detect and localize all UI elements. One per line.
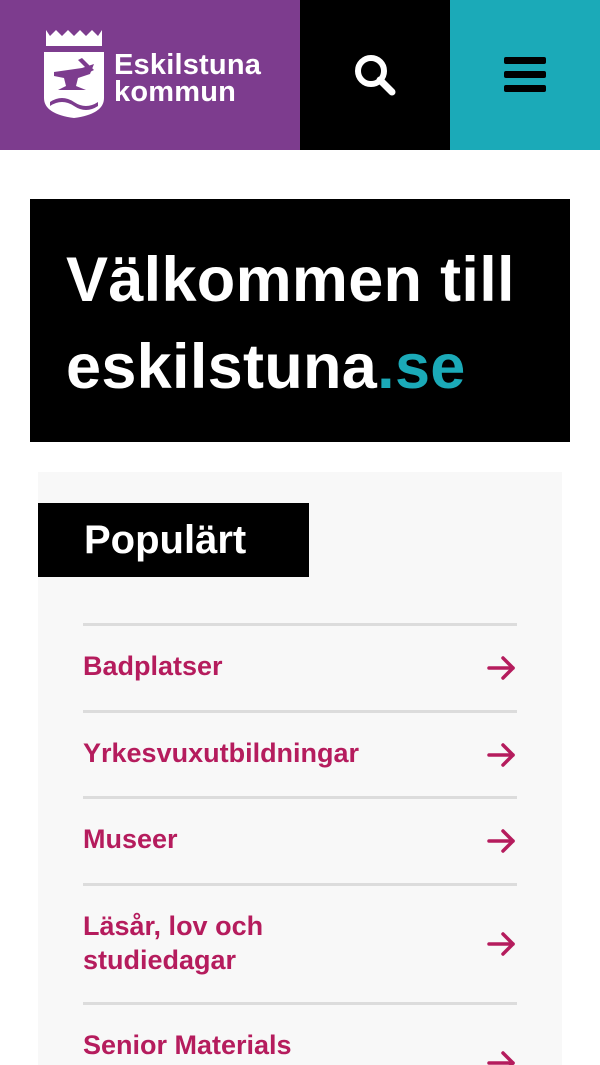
arrow-right-icon [487, 656, 515, 680]
logo-wordmark: Eskilstuna kommun [114, 49, 262, 108]
popular-link-label: Museer [83, 824, 178, 854]
popular-heading: Populärt [38, 503, 309, 577]
welcome-banner: Välkommen till eskilstuna.se [30, 199, 570, 442]
popular-section: Populärt Badplatser Yrkesvuxutbildningar… [38, 472, 562, 1065]
hero-title-accent: .se [377, 332, 466, 402]
search-button[interactable] [300, 0, 450, 150]
popular-link-museer[interactable]: Museer [83, 796, 517, 883]
arrow-right-icon [487, 829, 515, 853]
coat-of-arms-icon [44, 30, 104, 118]
popular-link-label: Senior Materials [83, 1030, 292, 1060]
hamburger-menu-icon [504, 57, 546, 92]
popular-link-label: Badplatser [83, 651, 223, 681]
site-header: Eskilstuna kommun [0, 0, 600, 150]
site-logo[interactable]: Eskilstuna kommun [0, 0, 300, 150]
logo-line-1: Eskilstuna [114, 49, 262, 81]
arrow-right-icon [487, 1051, 515, 1065]
popular-list: Badplatser Yrkesvuxutbildningar Museer L… [83, 623, 517, 1065]
popular-link-lasar-lov-studiedagar[interactable]: Läsår, lov och studiedagar [83, 883, 517, 1002]
arrow-right-icon [487, 932, 515, 956]
popular-link-senior-materials[interactable]: Senior Materials [83, 1002, 517, 1065]
popular-link-label: Läsår, lov och studiedagar [83, 911, 264, 975]
search-icon [355, 55, 396, 96]
logo-line-2: kommun [114, 76, 237, 108]
popular-link-label: Yrkesvuxutbildningar [83, 738, 360, 768]
popular-link-badplatser[interactable]: Badplatser [83, 623, 517, 710]
page-title: Välkommen till eskilstuna.se [66, 237, 570, 411]
popular-link-yrkesvuxutbildningar[interactable]: Yrkesvuxutbildningar [83, 710, 517, 796]
arrow-right-icon [487, 743, 515, 767]
menu-button[interactable] [450, 0, 600, 150]
